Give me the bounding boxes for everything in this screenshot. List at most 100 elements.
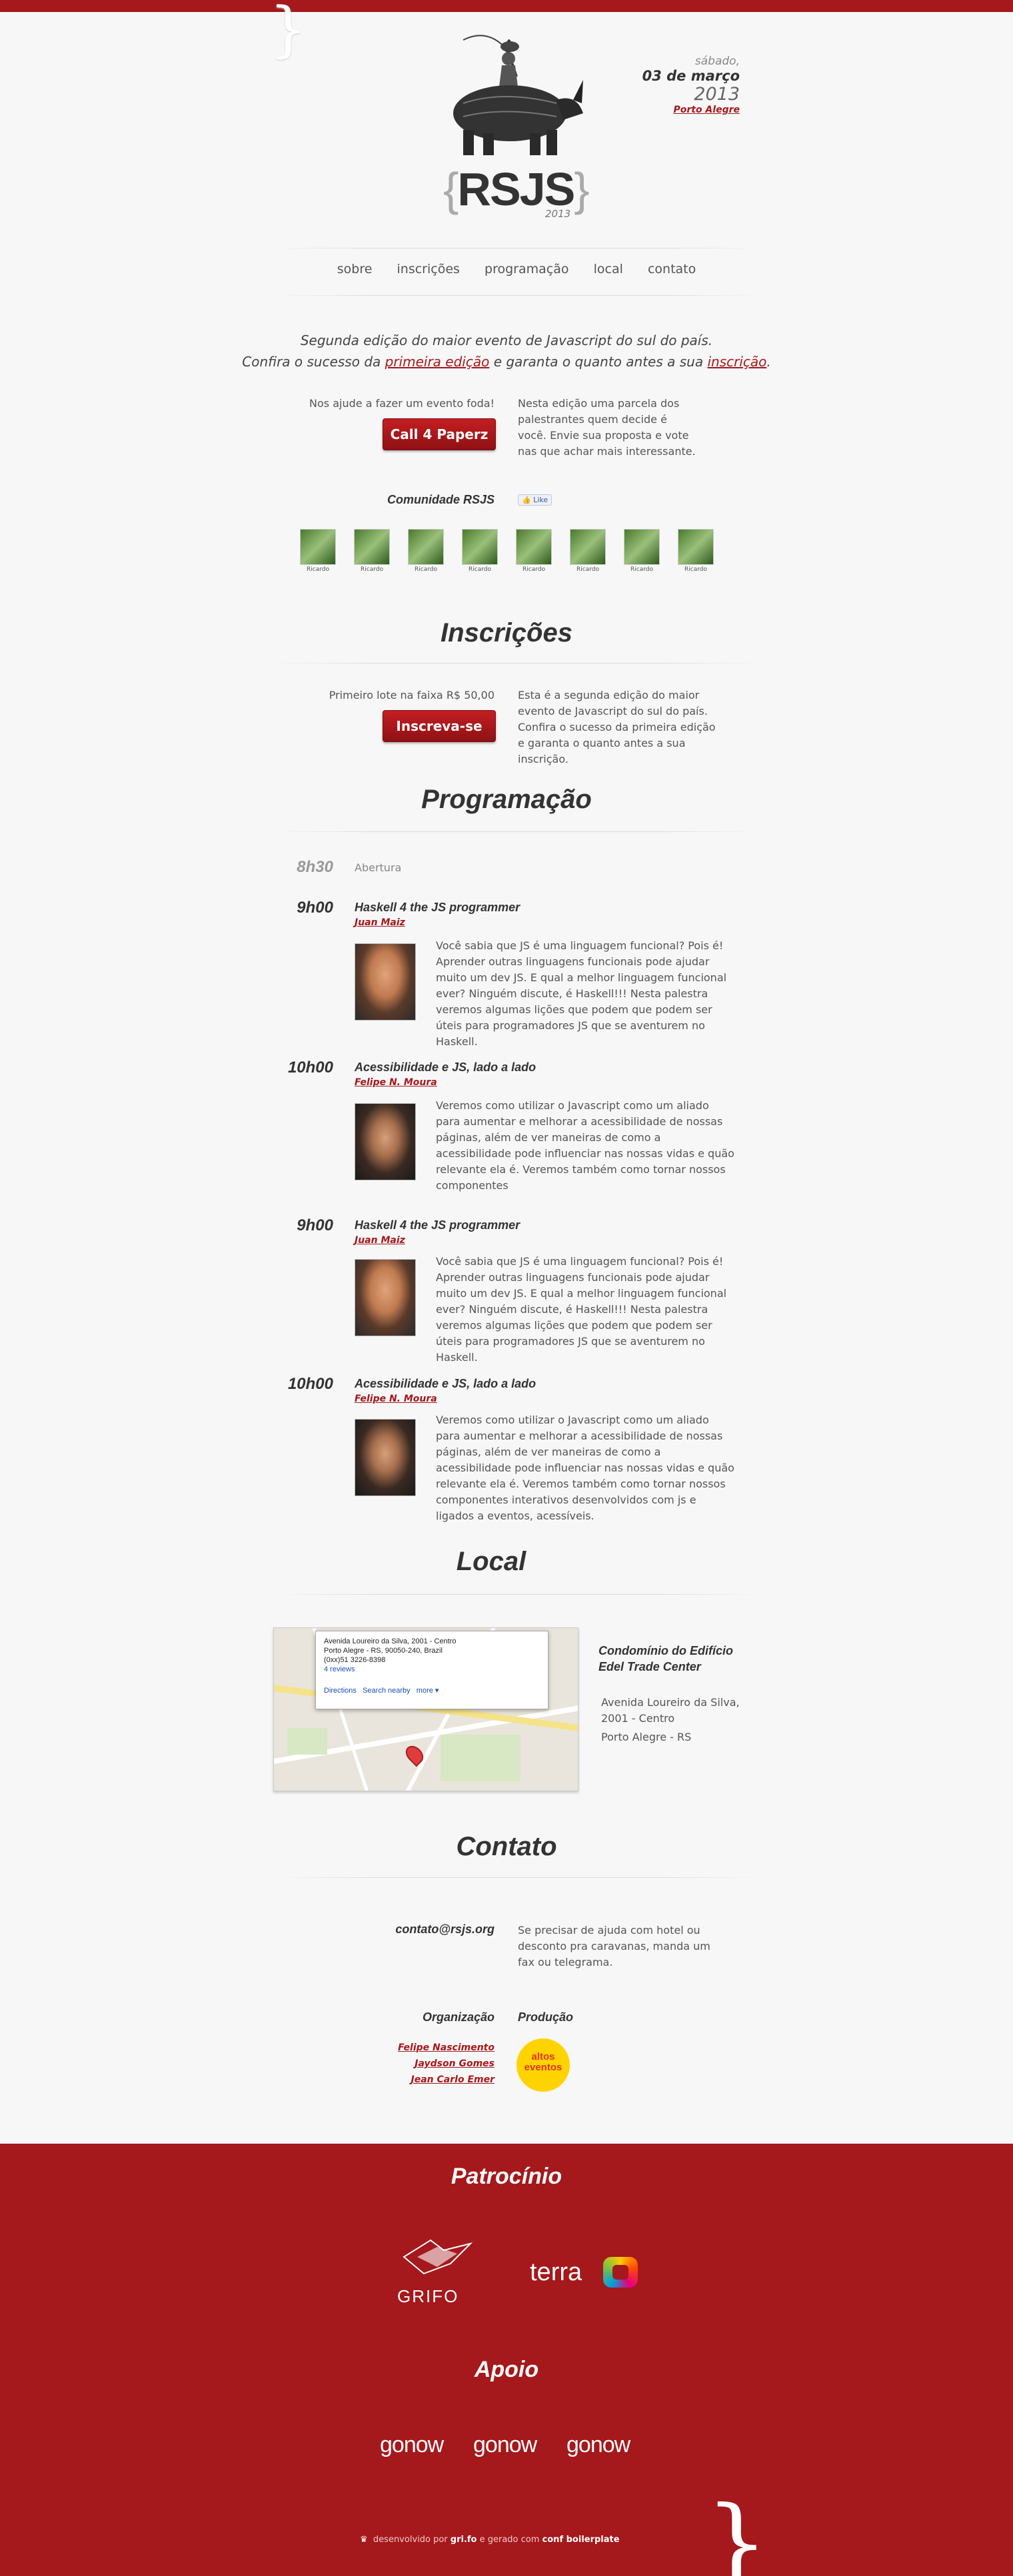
intro-line-1: Segunda edição do maior evento de Javasc… (300, 332, 713, 348)
talk-bio: Veremos como utilizar o Javascript como … (436, 1099, 734, 1192)
intro-text-c: . (766, 354, 771, 370)
speaker-photo (355, 943, 416, 1021)
talk-title: Haskell 4 the JS programmer (355, 901, 520, 914)
intro-text-a: Confira o sucesso da (242, 354, 385, 370)
patrocinio-title: Patrocínio (451, 2164, 562, 2189)
local-title: Local (456, 1547, 526, 1576)
inscreva-se-button[interactable]: Inscreva-se (383, 710, 496, 742)
curly-brace-decoration-icon: } (269, 0, 308, 65)
intro-text-b: e garanta o quanto antes a sua (489, 354, 708, 370)
like-label: Like (533, 496, 548, 504)
member-name: Ricardo (469, 566, 491, 573)
venue-address: Avenida Loureiro da Silva, 2001 - Centro (601, 1696, 740, 1725)
talk-bio: Veremos como utilizar o Javascript como … (436, 1414, 734, 1522)
inscricoes-description: Esta é a segunda edição do maior evento … (518, 689, 716, 765)
nav-contato[interactable]: contato (648, 262, 696, 276)
popup-search-nearby-link[interactable]: Search nearby (363, 1687, 411, 1695)
speaker-link[interactable]: Juan Maiz (355, 1235, 405, 1246)
producao-logo-text: altos eventos (524, 2051, 562, 2073)
popup-directions-link[interactable]: Directions (324, 1687, 357, 1695)
opening-label: Abertura (355, 861, 402, 874)
organizer-link[interactable]: Jaydson Gomes (347, 2056, 495, 2072)
opening-time: 8h30 (297, 858, 333, 876)
facebook-like-button[interactable]: 👍 Like (518, 494, 552, 506)
intro-line-2: Confira o sucesso da primeira edição e g… (207, 351, 806, 372)
sponsors-footer: Patrocínio GRIFO terra Apoio gonow gonow… (0, 2144, 1013, 2576)
member-name: Ricardo (684, 566, 707, 573)
member-avatar[interactable] (516, 529, 552, 565)
location-map[interactable]: Avenida Loureiro da Silva, 2001 - Centro… (273, 1627, 578, 1791)
member-avatar[interactable] (678, 529, 714, 565)
member-avatar[interactable] (462, 529, 498, 565)
speaker-photo (355, 1419, 416, 1496)
speaker-link[interactable]: Felipe N. Moura (355, 1077, 437, 1088)
popup-address: Avenida Loureiro da Silva, 2001 - Centro (324, 1637, 457, 1645)
speaker-link[interactable]: Juan Maiz (355, 917, 405, 928)
organizers-list: Felipe Nascimento Jaydson Gomes Jean Car… (347, 2040, 495, 2088)
grifo-bird-icon (403, 2239, 473, 2275)
credits-text-a: desenvolvido por (373, 2535, 451, 2545)
nav-sobre[interactable]: sobre (337, 262, 373, 276)
speaker-link[interactable]: Felipe N. Moura (355, 1394, 437, 1404)
altos-eventos-logo[interactable]: altos eventos (516, 2038, 570, 2092)
speaker-photo (355, 1259, 416, 1336)
terra-logo-icon (603, 2257, 638, 2288)
programacao-title: Programação (421, 785, 592, 814)
talk-bio: Você sabia que JS é uma linguagem funcio… (436, 939, 727, 1048)
apoio-title: Apoio (474, 2357, 539, 2382)
member-name: Ricardo (630, 566, 653, 573)
terra-text: terra (530, 2258, 582, 2286)
event-city-link[interactable]: Porto Alegre (613, 105, 740, 115)
nav-local[interactable]: local (594, 262, 623, 276)
nav-programacao[interactable]: programação (485, 262, 568, 276)
member-avatar[interactable] (354, 529, 390, 565)
talk-time: 9h00 (297, 1216, 333, 1234)
venue-name: Condomínio do Edifício Edel Trade Center (598, 1644, 733, 1673)
conf-boilerplate-link[interactable]: conf boilerplate (542, 2535, 620, 2545)
contato-title: Contato (456, 1832, 557, 1861)
popup-city: Porto Alegre - RS, 90050-240, Brazil (324, 1647, 443, 1655)
supporter-gonow[interactable]: gonow (566, 2432, 630, 2458)
contact-text: Se precisar de ajuda com hotel ou descon… (518, 1924, 710, 1968)
member-avatar[interactable] (408, 529, 444, 565)
rhino-rider-logo-icon (453, 35, 583, 155)
member-name: Ricardo (307, 566, 329, 573)
popup-reviews-link[interactable]: 4 reviews (324, 1665, 540, 1674)
member-avatar[interactable] (570, 529, 606, 565)
nav-inscricoes[interactable]: inscrições (397, 262, 460, 276)
member-name: Ricardo (415, 566, 437, 573)
sponsor-grifo[interactable]: GRIFO (397, 2286, 457, 2307)
primeira-edicao-link[interactable]: primeira edição (385, 354, 490, 370)
member-avatar[interactable] (624, 529, 660, 565)
lote-price: Primeiro lote na faixa R$ 50,00 (329, 689, 495, 701)
inscricao-link[interactable]: inscrição (707, 354, 766, 370)
event-date: sábado, 03 de março 2013 Porto Alegre (613, 55, 740, 115)
logo-year: 2013 (545, 208, 571, 220)
talk-bio: Você sabia que JS é uma linguagem funcio… (436, 1255, 727, 1364)
crown-icon: ♛ (360, 2535, 368, 2545)
credits-text-c: e gerado com (477, 2535, 542, 2545)
event-year: 2013 (694, 84, 740, 105)
member-avatar[interactable] (300, 529, 336, 565)
sponsor-terra[interactable]: terra (530, 2258, 582, 2287)
talk-time: 9h00 (297, 899, 333, 917)
talk-time: 10h00 (287, 1375, 333, 1393)
organizacao-title: Organização (422, 2010, 495, 2024)
talk-title: Haskell 4 the JS programmer (355, 1218, 520, 1232)
main-nav: sobre inscrições programação local conta… (273, 262, 760, 276)
grifo-credit-link[interactable]: gri.fo (451, 2535, 477, 2545)
footer-credits: ♛ desenvolvido por gri.fo e gerado com c… (360, 2535, 666, 2545)
member-name: Ricardo (522, 566, 545, 573)
inscricoes-title: Inscrições (441, 618, 572, 647)
intro-text: Segunda edição do maior evento de Javasc… (207, 330, 806, 372)
top-bar (0, 0, 1013, 12)
popup-more-link[interactable]: more ▾ (417, 1687, 439, 1695)
organizer-link[interactable]: Jean Carlo Emer (347, 2072, 495, 2088)
speaker-photo (355, 1103, 416, 1180)
supporter-gonow[interactable]: gonow (380, 2432, 444, 2458)
call-4-paperz-button[interactable]: Call 4 Paperz (383, 418, 496, 450)
supporter-gonow[interactable]: gonow (473, 2432, 537, 2458)
producao-title: Produção (518, 2010, 574, 2024)
contact-email[interactable]: contato@rsjs.org (313, 1923, 495, 1936)
organizer-link[interactable]: Felipe Nascimento (347, 2040, 495, 2056)
